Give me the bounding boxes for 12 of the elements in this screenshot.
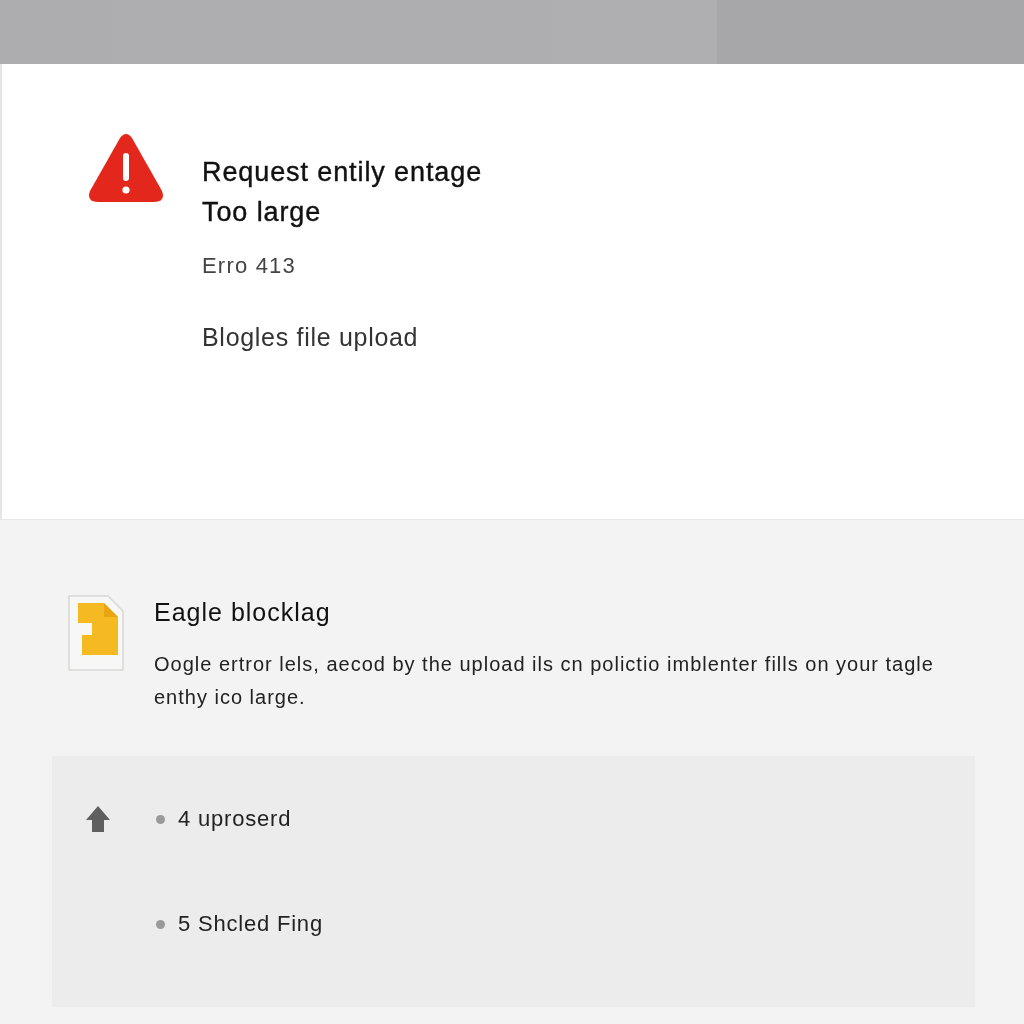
details-description: Oogle ertror lels, aecod by the upload ils cn polictio imblenter fills on your tagle enthy ico large. (154, 652, 935, 710)
error-subtitle: Blogles file upload (202, 323, 420, 351)
arrow-up-icon (85, 805, 111, 833)
panel-item-text: 4 uproserd (178, 805, 292, 833)
warning-icon (88, 133, 164, 203)
details-heading: Eagle blocklag (154, 597, 332, 627)
error-title: Request entily entage Too large (202, 156, 483, 229)
panel-item-text: 5 Shcled Fing (178, 910, 323, 938)
bullet-icon (156, 919, 165, 929)
file-icon (68, 595, 124, 671)
bullet-icon (156, 814, 165, 824)
error-code: Erro 413 (202, 254, 297, 278)
